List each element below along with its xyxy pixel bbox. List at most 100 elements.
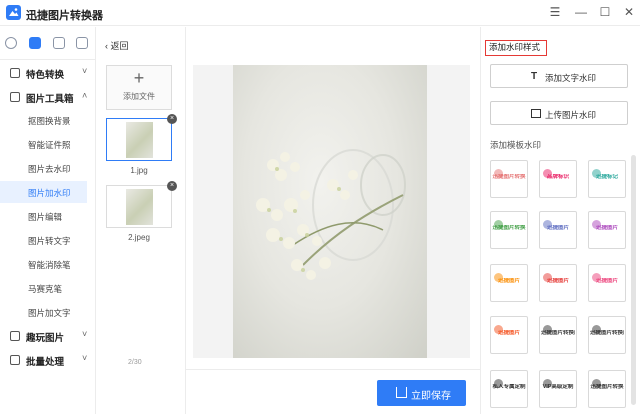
nav-group-special[interactable]: 特色转换 ˅ <box>0 62 96 84</box>
file-thumbnail[interactable]: × <box>106 181 177 228</box>
nav-group-fun[interactable]: 趣玩图片 ˅ <box>0 325 96 347</box>
thumbnail-image <box>126 189 153 225</box>
add-text-watermark-label: 添加文字水印 <box>545 73 597 83</box>
sidebar-item-label: 智能证件照 <box>28 140 71 150</box>
template-text: 迅捷图片转换器 xunjie <box>590 330 624 336</box>
sidebar-item-label: 图片加文字 <box>28 308 71 318</box>
image-upload-icon <box>531 109 541 118</box>
sidebar-item-edit[interactable]: 图片编辑 <box>0 205 87 227</box>
sidebar-item-label: 图片转文字 <box>28 236 71 246</box>
add-file-button[interactable]: + 添加文件 <box>106 65 172 110</box>
watermark-template-tile[interactable]: 迅捷图片 <box>490 264 528 302</box>
convert-icon[interactable] <box>5 37 17 49</box>
watermark-template-tile[interactable]: 迅捷图片 <box>490 316 528 354</box>
watermark-template-tile[interactable]: 迅捷图片转换器 xunjie <box>588 316 626 354</box>
template-text: 迅捷图片转换 <box>492 225 526 231</box>
watermark-template-tile[interactable]: 私人专属定制 <box>490 370 528 408</box>
text-icon: T <box>531 71 538 82</box>
sidebar-item-eraser[interactable]: 智能消除笔 <box>0 253 87 275</box>
template-text: 迅捷图片转换 <box>590 384 624 390</box>
add-text-watermark-button[interactable]: T 添加文字水印 <box>490 64 628 88</box>
thumbnail-image <box>126 122 153 158</box>
save-button[interactable]: 立即保存 <box>377 380 466 406</box>
nav-group-toolbox[interactable]: 图片工具箱 ˅ <box>0 86 96 108</box>
sidebar-item-ocr[interactable]: 图片转文字 <box>0 229 87 251</box>
download-icon <box>396 387 407 398</box>
nav-group-label: 批量处理 <box>26 357 65 368</box>
watermark-template-tile[interactable]: 迅捷图片转换 <box>588 370 626 408</box>
page-indicator: 2/30 <box>128 359 142 366</box>
watermark-template-tile[interactable]: 迅捷图片 <box>539 211 577 249</box>
sidebar-item-label: 马赛克笔 <box>28 284 63 294</box>
template-text: 迅捷图片 <box>595 278 618 284</box>
chevron-up-icon: ˅ <box>82 90 88 100</box>
template-scrollbar[interactable] <box>631 155 636 405</box>
plus-icon: + <box>133 68 145 88</box>
sidebar-item-add-watermark[interactable]: 图片加水印 <box>0 181 87 203</box>
file-name: 2.jpeg <box>128 233 150 242</box>
nav-group-label: 趣玩图片 <box>26 333 65 344</box>
sidebar-item-cutout[interactable]: 抠图换背景 <box>0 109 87 131</box>
template-text: VIP高级定制 <box>542 384 574 390</box>
close-button[interactable]: ✕ <box>620 4 638 20</box>
add-file-label: 添加文件 <box>123 92 155 101</box>
watermark-style-title: 添加水印样式 <box>485 40 547 56</box>
menu-icon[interactable]: ☰ <box>546 4 564 20</box>
remove-file-icon[interactable]: × <box>167 114 177 124</box>
template-text: 迅捷图片 <box>497 330 520 336</box>
watermark-template-tile[interactable]: 迅捷图片转换器 xunjie <box>539 316 577 354</box>
sidebar-item-label: 智能消除笔 <box>28 260 71 270</box>
template-text: 迅捷图片 <box>546 225 569 231</box>
minimize-button[interactable]: — <box>572 4 590 20</box>
upload-image-watermark-button[interactable]: 上传图片水印 <box>490 101 628 125</box>
app-title: 迅捷图片转换器 <box>26 10 103 22</box>
template-text: 迅捷图片 <box>546 278 569 284</box>
toolbox-group-icon <box>10 92 20 102</box>
app-logo-icon <box>6 5 21 20</box>
template-text: 迅捷标记 <box>595 174 618 180</box>
sidebar-item-label: 图片编辑 <box>28 212 63 222</box>
watermark-template-tile[interactable]: 迅捷标记 <box>588 160 626 198</box>
template-text: 品牌标识 <box>546 174 569 180</box>
fun-image-icon <box>10 331 20 341</box>
nav-group-label: 图片工具箱 <box>26 94 74 105</box>
template-text: 迅捷图片 <box>595 225 618 231</box>
chevron-down-icon: ˅ <box>82 329 88 339</box>
batch-process-icon <box>10 355 20 365</box>
sidebar-item-id-photo[interactable]: 智能证件照 <box>0 133 87 155</box>
sidebar-item-label: 抠图换背景 <box>28 116 71 126</box>
flower-photo-art <box>256 149 406 280</box>
watermark-template-tile[interactable]: 品牌标识 <box>539 160 577 198</box>
preview-image[interactable] <box>233 65 427 358</box>
watermark-template-tile[interactable]: 迅捷图片 <box>588 211 626 249</box>
file-thumbnail[interactable]: × <box>106 114 177 161</box>
file-name: 1.jpg <box>130 166 148 175</box>
toolbox-icon[interactable] <box>29 37 41 49</box>
sidebar-item-label: 图片加水印 <box>28 188 71 198</box>
template-text: 迅捷图片转换器 xunjie <box>541 330 575 336</box>
watermark-template-tile[interactable]: 迅捷图片转换 <box>490 160 528 198</box>
sidebar-item-remove-watermark[interactable]: 图片去水印 <box>0 157 87 179</box>
remove-file-icon[interactable]: × <box>167 181 177 191</box>
watermark-template-tile[interactable]: 迅捷图片 <box>588 264 626 302</box>
nav-group-batch[interactable]: 批量处理 ˅ <box>0 349 96 371</box>
sidebar-item-add-text[interactable]: 图片加文字 <box>0 301 87 323</box>
template-text: 迅捷图片 <box>497 278 520 284</box>
template-text: 迅捷图片转换 <box>492 174 526 180</box>
title-bar: 迅捷图片转换器 ☰ — ☐ ✕ <box>0 0 640 26</box>
watermark-template-tile[interactable]: 迅捷图片 <box>539 264 577 302</box>
image-icon[interactable] <box>53 37 65 49</box>
template-watermark-title: 添加模板水印 <box>490 140 542 150</box>
sidebar-item-mosaic[interactable]: 马赛克笔 <box>0 277 87 299</box>
chevron-down-icon: ˅ <box>82 353 88 363</box>
special-convert-icon <box>10 68 20 78</box>
maximize-button[interactable]: ☐ <box>596 4 614 20</box>
sidebar-top-icons <box>0 27 96 59</box>
watermark-template-tile[interactable]: VIP高级定制 <box>539 370 577 408</box>
watermark-template-tile[interactable]: 迅捷图片转换 <box>490 211 528 249</box>
divider <box>0 59 96 60</box>
back-button[interactable]: ‹ 返回 <box>105 39 129 52</box>
chevron-down-icon: ˅ <box>82 66 88 76</box>
file-panel: ‹ 返回 + 添加文件 × 1.jpg × 2.jpeg <box>96 27 186 414</box>
batch-icon[interactable] <box>76 37 88 49</box>
